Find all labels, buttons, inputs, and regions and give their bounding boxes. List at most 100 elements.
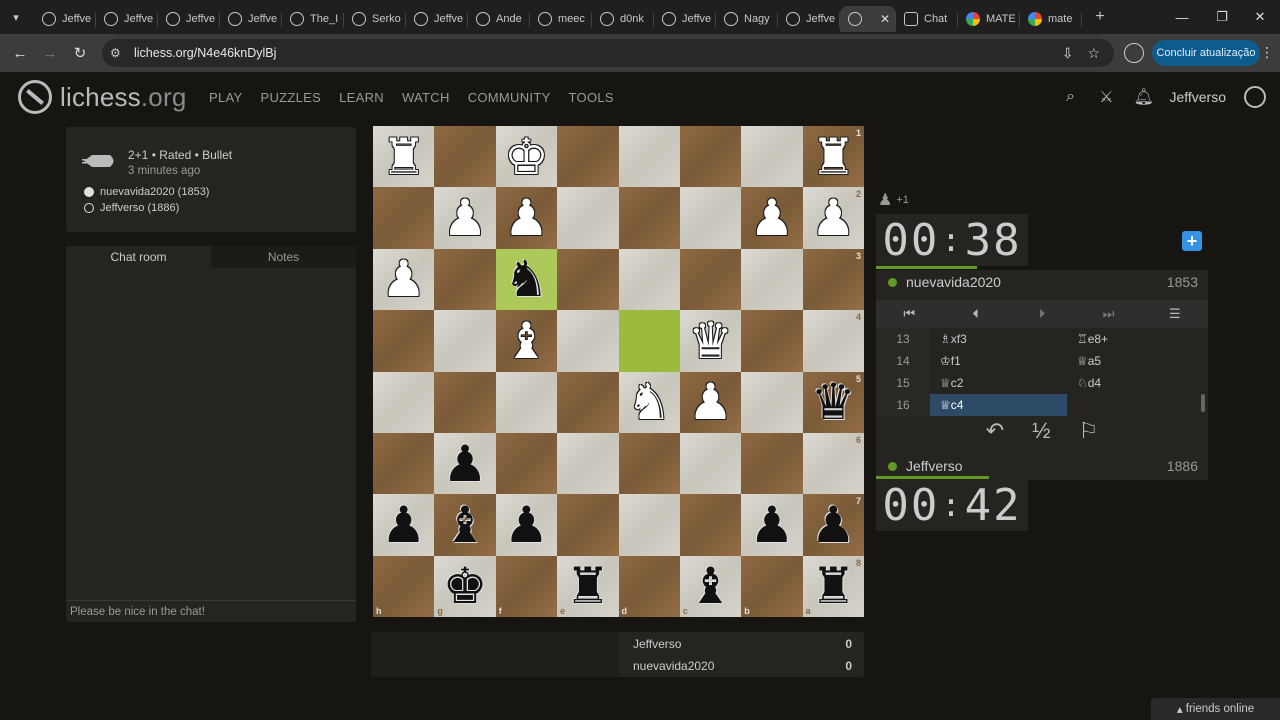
bottom-player-row[interactable]: Jeffverso 1886	[876, 454, 1208, 478]
white-player-line[interactable]: nuevavida2020 (1853)	[84, 186, 209, 198]
board-square[interactable]	[557, 310, 619, 372]
board-square[interactable]	[434, 310, 496, 372]
board-square[interactable]	[618, 248, 680, 311]
board-square[interactable]	[618, 187, 680, 249]
forward-button[interactable]: →	[35, 38, 65, 68]
add-time-button[interactable]: +	[1182, 231, 1202, 251]
board-square[interactable]: ♟	[434, 187, 496, 249]
board-square[interactable]	[679, 494, 742, 556]
board-square[interactable]	[434, 248, 496, 311]
white-pawn-icon[interactable]: ♟	[504, 193, 549, 243]
board-square[interactable]	[557, 494, 619, 556]
search-icon[interactable]: ⌕	[1061, 88, 1079, 106]
white-move[interactable]: ♗xf3	[930, 328, 1067, 350]
black-move[interactable]: ♘d4	[1067, 372, 1204, 394]
tab-notes[interactable]: Notes	[211, 246, 356, 268]
reload-button[interactable]: ↻	[65, 38, 95, 68]
black-knight-icon[interactable]: ♞	[504, 254, 549, 304]
first-move-icon[interactable]: ⏮	[876, 300, 942, 328]
white-pawn-icon[interactable]: ♟	[381, 254, 426, 304]
board-square[interactable]: ♝ c	[679, 555, 742, 617]
black-pawn-icon[interactable]: ♟	[504, 500, 549, 550]
board-square[interactable]: ♜ 8 a	[802, 555, 864, 617]
board-square[interactable]	[434, 126, 496, 188]
prev-move-icon[interactable]: ⏴	[942, 300, 1008, 328]
nav-learn[interactable]: LEARN	[339, 90, 384, 105]
white-bishop-icon[interactable]: ♝	[504, 316, 549, 366]
board-square[interactable]	[373, 187, 435, 249]
white-pawn-icon[interactable]: ♟	[750, 193, 795, 243]
board-square[interactable]: ♜ 1	[802, 126, 864, 188]
browser-tab[interactable]: MATE	[958, 6, 1020, 32]
board-square[interactable]: ♟	[741, 187, 803, 249]
board-square[interactable]: ♟	[373, 248, 435, 311]
bookmark-star-icon[interactable]: ☆	[1087, 45, 1100, 62]
black-king-icon[interactable]: ♚	[443, 561, 488, 611]
tab-close-icon[interactable]: ✕	[880, 12, 890, 26]
white-move[interactable]: ♕c4	[930, 394, 1067, 416]
black-rook-icon[interactable]: ♜	[565, 561, 610, 611]
browser-tab[interactable]: Jeffve	[220, 6, 282, 32]
board-square[interactable]	[373, 310, 435, 372]
chess-board[interactable]: ♜ ♚ ♜ 1 ♟ ♟ ♟ ♟ 2 ♟ ♞ 3 ♝ ♛ 4 ♞ ♟ ♛ 5 ♟ 6 ♟ ♝ ♟ ♟ ♟ 7 h ♚ g f ♜ e d ♝ c b ♜ 8 a	[373, 126, 864, 617]
board-square[interactable]: f	[495, 555, 558, 617]
board-square[interactable]	[557, 371, 619, 433]
board-square[interactable]	[373, 371, 435, 433]
board-square[interactable]: ♜	[373, 126, 435, 188]
board-square[interactable]: ♞	[495, 248, 558, 311]
board-square[interactable]	[741, 371, 803, 433]
board-square[interactable]	[557, 187, 619, 249]
move-list-scrollbar[interactable]	[1201, 394, 1205, 412]
black-pawn-icon[interactable]: ♟	[811, 500, 856, 550]
browser-tab[interactable]: Serko	[344, 6, 406, 32]
board-square[interactable]	[741, 126, 803, 188]
challenge-icon[interactable]: ⚔	[1097, 87, 1115, 107]
board-square[interactable]	[618, 494, 680, 556]
white-king-icon[interactable]: ♚	[504, 132, 549, 182]
minimize-button[interactable]: —	[1163, 0, 1201, 34]
board-square[interactable]: ♚	[495, 126, 558, 188]
browser-tab[interactable]: Jeffve	[158, 6, 220, 32]
board-square[interactable]	[557, 126, 619, 188]
board-square[interactable]: ♜ e	[557, 555, 619, 617]
white-move[interactable]: ♕c2	[930, 372, 1067, 394]
browser-tab[interactable]: Jeffve	[34, 6, 96, 32]
black-move[interactable]: ♖e8+	[1067, 328, 1204, 350]
board-square[interactable]: ♟ 7	[802, 494, 864, 556]
nav-tools[interactable]: TOOLS	[569, 90, 614, 105]
board-square[interactable]	[495, 371, 558, 433]
chat-input[interactable]: Please be nice in the chat!	[66, 600, 356, 622]
install-app-icon[interactable]: ⇩	[1062, 45, 1074, 62]
board-square[interactable]	[618, 126, 680, 188]
board-square[interactable]	[741, 310, 803, 372]
board-square[interactable]	[434, 371, 496, 433]
takeback-icon[interactable]: ↶	[986, 418, 1004, 446]
board-square[interactable]: 3	[802, 248, 864, 311]
board-square[interactable]: ♟ 2	[802, 187, 864, 249]
board-square[interactable]	[679, 432, 742, 495]
board-square[interactable]	[679, 187, 742, 249]
white-pawn-icon[interactable]: ♟	[811, 193, 856, 243]
board-square[interactable]: ♚ g	[434, 555, 496, 617]
username[interactable]: Jeffverso	[1169, 89, 1226, 105]
maximize-button[interactable]: ❐	[1203, 0, 1241, 34]
browser-profile-icon[interactable]	[1124, 43, 1144, 63]
white-move[interactable]: ♔f1	[930, 350, 1067, 372]
crosstable-row[interactable]: Jeffverso 0	[621, 633, 864, 655]
site-logo[interactable]: lichess.org	[18, 80, 186, 114]
black-player-line[interactable]: Jeffverso (1886)	[84, 202, 179, 214]
browser-tab[interactable]: ✕	[840, 6, 896, 32]
draw-offer-icon[interactable]: ½	[1032, 418, 1050, 446]
board-square[interactable]	[557, 432, 619, 495]
menu-icon[interactable]: ☰	[1142, 300, 1208, 328]
white-pawn-icon[interactable]: ♟	[443, 193, 488, 243]
board-square[interactable]: ♝	[495, 310, 558, 372]
black-bishop-icon[interactable]: ♝	[443, 500, 488, 550]
notification-bell-icon[interactable]: 🔔︎	[1133, 87, 1153, 107]
update-button[interactable]: Concluir atualização	[1152, 40, 1260, 66]
browser-tab[interactable]: Jeffve	[406, 6, 468, 32]
white-knight-icon[interactable]: ♞	[627, 377, 672, 427]
board-square[interactable]: 6	[802, 432, 864, 495]
black-move[interactable]	[1067, 394, 1204, 416]
resign-flag-icon[interactable]: ⚐	[1079, 418, 1099, 446]
